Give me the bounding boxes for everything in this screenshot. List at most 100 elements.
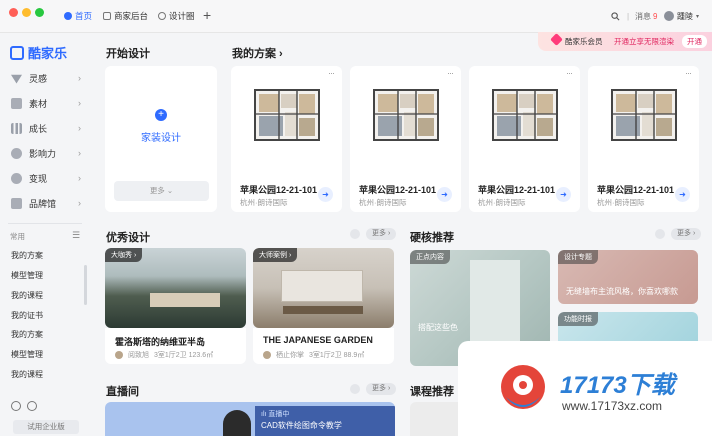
recommend-card[interactable]: 设计专题 无缝墙布主流风格，你喜欢哪款 xyxy=(558,250,698,304)
plan-card[interactable]: ··· 苹果公园12-21-101 杭州·朗诗国际 ➜ xyxy=(231,66,342,212)
recommend-caption: 搭配这些色 xyxy=(418,323,458,332)
common-item-my-plans[interactable]: 我的方案 xyxy=(11,329,43,340)
sidebar-item-label: 灵感 xyxy=(29,73,48,84)
common-item-model-manage[interactable]: 模型管理 xyxy=(11,349,43,360)
more-label: 更多 xyxy=(149,186,165,195)
design-card-info[interactable]: THE JAPANESE GARDEN 栖止你掌 3室1厅2卫 88.9㎡ xyxy=(253,328,394,364)
design-author: 阅致旭 xyxy=(128,352,149,359)
plan-name: 苹果公园12-21-101 xyxy=(478,185,556,195)
list-icon[interactable]: ☰ xyxy=(72,230,80,241)
sidebar-item-label: 变现 xyxy=(29,173,48,184)
chevron-right-icon: › xyxy=(78,173,81,183)
course-card[interactable] xyxy=(410,402,460,436)
floor-plan-image xyxy=(611,89,677,141)
influence-icon xyxy=(11,147,22,159)
presenter-image xyxy=(223,410,251,436)
sidebar-item-material[interactable]: 素材 › xyxy=(0,91,90,115)
sidebar-item-brand[interactable]: 品牌馆 › xyxy=(0,191,90,215)
search-icon[interactable] xyxy=(611,8,620,24)
promo-banner[interactable]: 酷家乐会员 开通立享无限渲染 开通 xyxy=(538,32,712,51)
recommend-tag: 正点内容 xyxy=(410,250,450,264)
username: 踵陵 xyxy=(677,11,693,21)
live-status: ılı 直播中 xyxy=(261,409,289,419)
design-meta: 栖止你掌 3室1厅2卫 88.9㎡ xyxy=(263,350,364,360)
settings-icon[interactable] xyxy=(27,401,37,411)
common-item-model-manage[interactable]: 模型管理 xyxy=(11,270,43,281)
chevron-right-icon: › xyxy=(78,123,81,133)
more-options-icon[interactable]: ··· xyxy=(566,68,573,78)
help-icon[interactable] xyxy=(11,401,21,411)
livestream-panel: ılı 直播中 CAD软件绘图命令教学 xyxy=(255,406,395,436)
maximize-window-button[interactable] xyxy=(35,8,44,17)
section-title-excellent: 优秀设计 xyxy=(106,232,150,244)
arrow-right-icon[interactable]: ➜ xyxy=(675,187,690,202)
more-button[interactable]: 更多 › xyxy=(366,228,397,240)
plan-name: 苹果公园12-21-101 xyxy=(240,185,318,195)
design-image[interactable]: 大咖秀 › xyxy=(105,248,246,328)
section-title-hardcore: 硬核推荐 xyxy=(410,232,454,244)
sidebar-item-monetize[interactable]: 变现 › xyxy=(0,166,90,190)
table-shape xyxy=(283,306,363,314)
design-meta: 阅致旭 3室1厅2卫 123.6㎡ xyxy=(115,350,213,360)
chevron-down-icon: ▾ xyxy=(696,13,700,20)
promo-open-button[interactable]: 开通 xyxy=(682,35,707,48)
more-options-icon[interactable]: ··· xyxy=(328,68,335,78)
minimize-window-button[interactable] xyxy=(22,8,31,17)
close-window-button[interactable] xyxy=(9,8,18,17)
user-menu[interactable]: 踵陵 ▾ xyxy=(664,8,699,24)
refresh-icon[interactable] xyxy=(655,229,665,239)
floor-plan-image xyxy=(254,89,320,141)
design-card-info[interactable]: 霍洛斯塔的纳维亚半岛 阅致旭 3室1厅2卫 123.6㎡ xyxy=(105,328,246,364)
plan-card[interactable]: ··· 苹果公园12-21-101 杭州·朗诗国际 ➜ xyxy=(469,66,580,212)
section-title-courses: 课程推荐 xyxy=(410,386,454,398)
sidebar-item-label: 品牌馆 xyxy=(29,198,57,209)
sidebar-item-influence[interactable]: 影响力 › xyxy=(0,141,90,165)
section-title-livestream: 直播间 xyxy=(106,386,139,398)
recommend-caption: 无缝墙布主流风格，你喜欢哪款 xyxy=(566,287,678,296)
sidebar-scrollbar[interactable] xyxy=(84,265,87,305)
plan-card[interactable]: ··· 苹果公园12-21-101 杭州·朗诗国际 ➜ xyxy=(588,66,699,212)
plan-name: 苹果公园12-21-101 xyxy=(359,185,437,195)
tab-home[interactable]: 首页 xyxy=(64,8,92,24)
home-design-button[interactable]: 家装设计 xyxy=(105,129,217,144)
arrow-right-icon[interactable]: ➜ xyxy=(318,187,333,202)
sidebar-item-growth[interactable]: 成长 › xyxy=(0,116,90,140)
logo[interactable]: 酷家乐 xyxy=(10,43,67,62)
sidebar-item-label: 素材 xyxy=(29,98,48,109)
section-title-my-plans[interactable]: 我的方案 › xyxy=(232,45,283,61)
plan-name: 苹果公园12-21-101 xyxy=(597,185,675,195)
material-icon xyxy=(11,97,22,109)
more-options-icon[interactable]: ··· xyxy=(447,68,454,78)
sidebar-item-inspiration[interactable]: 灵感 › xyxy=(0,66,90,90)
plan-card[interactable]: ··· 苹果公园12-21-101 杭州·朗诗国际 ➜ xyxy=(350,66,461,212)
common-item-my-certificates[interactable]: 我的证书 xyxy=(11,310,43,321)
common-item-my-courses[interactable]: 我的课程 xyxy=(11,369,43,380)
common-item-my-courses[interactable]: 我的课程 xyxy=(11,290,43,301)
tab-merchant[interactable]: 商家后台 xyxy=(103,8,148,24)
trial-enterprise-button[interactable]: 试用企业版 xyxy=(13,420,79,434)
more-options-icon[interactable]: ··· xyxy=(685,68,692,78)
arrow-right-icon[interactable]: ➜ xyxy=(556,187,571,202)
more-button[interactable]: 更多 › xyxy=(671,228,702,240)
logo-icon xyxy=(10,45,24,60)
tab-design-circle[interactable]: 设计圈 xyxy=(158,8,195,24)
more-button[interactable]: 更多 › xyxy=(366,383,397,395)
message-count-badge: 9 xyxy=(653,11,658,21)
more-design-button[interactable]: 更多 ⌄ xyxy=(114,181,209,201)
messages-button[interactable]: 消息 9 xyxy=(635,8,657,24)
home-icon xyxy=(64,12,72,20)
arrow-right-icon[interactable]: ➜ xyxy=(437,187,452,202)
sidebar-item-label: 成长 xyxy=(29,123,48,134)
common-item-my-plans[interactable]: 我的方案 xyxy=(11,250,43,261)
plan-location: 杭州·朗诗国际 xyxy=(597,198,645,207)
livestream-card[interactable]: ılı 直播中 CAD软件绘图命令教学 xyxy=(105,402,395,436)
store-icon xyxy=(103,12,111,20)
refresh-icon[interactable] xyxy=(350,384,360,394)
design-badge[interactable]: 大咖秀 › xyxy=(105,248,143,262)
refresh-icon[interactable] xyxy=(350,229,360,239)
design-name: THE JAPANESE GARDEN xyxy=(263,335,373,345)
new-tab-button[interactable]: + xyxy=(203,7,211,23)
start-design-card[interactable]: + 家装设计 更多 ⌄ xyxy=(105,66,217,212)
design-image[interactable]: 大师案例 › xyxy=(253,248,394,328)
design-badge[interactable]: 大师案例 › xyxy=(253,248,298,262)
